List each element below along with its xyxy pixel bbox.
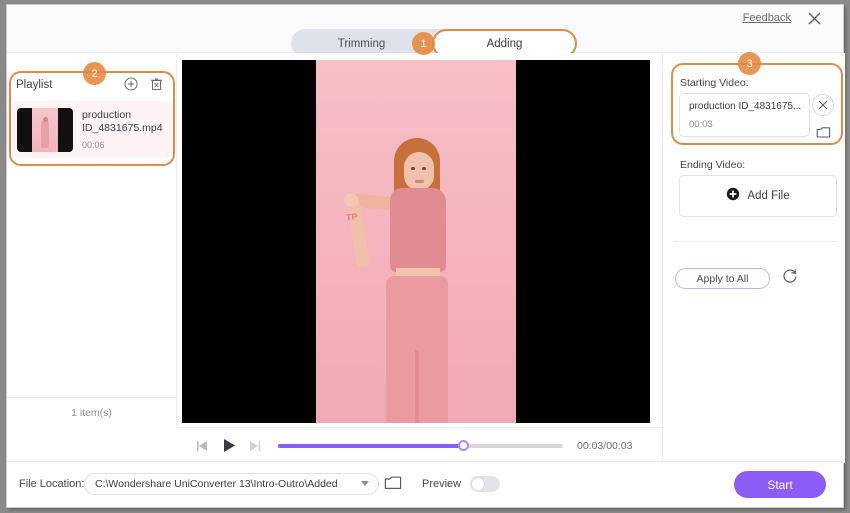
tab-trimming-label: Trimming <box>337 37 386 50</box>
play-icon[interactable] <box>220 437 237 454</box>
plus-circle-filled-icon <box>726 187 740 206</box>
intro-outro-panel: Starting Video: production ID_4831675...… <box>662 53 845 463</box>
list-item-meta: production ID_4831675.mp4 00:06 <box>82 109 167 150</box>
folder-icon[interactable] <box>812 121 834 143</box>
preview-toggle[interactable] <box>470 476 500 492</box>
folder-icon[interactable] <box>384 475 402 491</box>
app-window: Feedback Trimming Adding 1 2 3 Playlist <box>6 4 845 508</box>
video-thumbnail <box>17 107 73 152</box>
start-button[interactable]: Start <box>734 471 826 498</box>
file-location-value: C:\Wondershare UniConverter 13\Intro-Out… <box>95 478 338 490</box>
list-item-duration: 00:06 <box>82 140 105 150</box>
close-icon[interactable] <box>805 9 825 29</box>
preview-toggle-knob <box>472 478 484 490</box>
apply-to-all-label: Apply to All <box>696 272 749 285</box>
player-controls: 00:03/00:03 <box>177 427 662 463</box>
playlist-footer: 1 item(s) <box>7 397 176 427</box>
starting-video-duration: 00:03 <box>689 119 713 130</box>
preview-label: Preview <box>422 478 462 490</box>
reset-icon[interactable] <box>781 267 799 285</box>
close-icon[interactable] <box>812 94 834 116</box>
apply-to-all-button[interactable]: Apply to All <box>675 268 770 289</box>
add-file-button[interactable]: Add File <box>679 175 837 217</box>
list-item-filename: production ID_4831675.mp4 <box>82 109 163 134</box>
trash-icon[interactable] <box>150 77 163 91</box>
seek-bar[interactable] <box>278 439 563 451</box>
file-location-label: File Location: <box>19 478 85 490</box>
starting-video-label: Starting Video: <box>680 77 749 89</box>
bottom-bar: File Location: C:\Wondershare UniConvert… <box>7 461 843 507</box>
playlist-panel: Playlist production ID_4831675.mp4 00:06… <box>7 53 177 427</box>
seek-handle[interactable] <box>458 439 470 451</box>
playlist-title: Playlist <box>16 78 53 91</box>
ending-video-label: Ending Video: <box>680 159 746 171</box>
playlist-actions <box>124 77 163 91</box>
video-preview-panel: TP <box>177 53 662 427</box>
annotation-marker-1: 1 <box>412 32 435 55</box>
video-canvas[interactable]: TP <box>182 60 650 423</box>
seek-progress <box>278 443 464 448</box>
annotation-marker-2: 2 <box>83 62 106 85</box>
feedback-link[interactable]: Feedback <box>743 12 791 24</box>
starting-video-filename: production ID_4831675... <box>689 101 802 112</box>
file-location-input[interactable]: C:\Wondershare UniConverter 13\Intro-Out… <box>84 473 379 495</box>
circle-plus-icon[interactable] <box>124 77 138 91</box>
tab-adding-label: Adding <box>486 37 523 50</box>
chevron-down-icon[interactable] <box>361 481 369 486</box>
starting-video-field[interactable]: production ID_4831675... 00:03 <box>679 93 810 137</box>
playlist-item-count: 1 item(s) <box>71 406 112 419</box>
start-button-label: Start <box>767 477 793 492</box>
next-frame-icon[interactable] <box>247 439 262 453</box>
previous-frame-icon[interactable] <box>195 439 210 453</box>
annotation-marker-3: 3 <box>738 52 761 75</box>
video-frame-content: TP <box>316 60 516 423</box>
add-file-label: Add File <box>747 190 790 202</box>
time-display: 00:03/00:03 <box>577 439 633 452</box>
list-item[interactable]: production ID_4831675.mp4 00:06 <box>12 101 172 158</box>
divider <box>673 241 837 242</box>
